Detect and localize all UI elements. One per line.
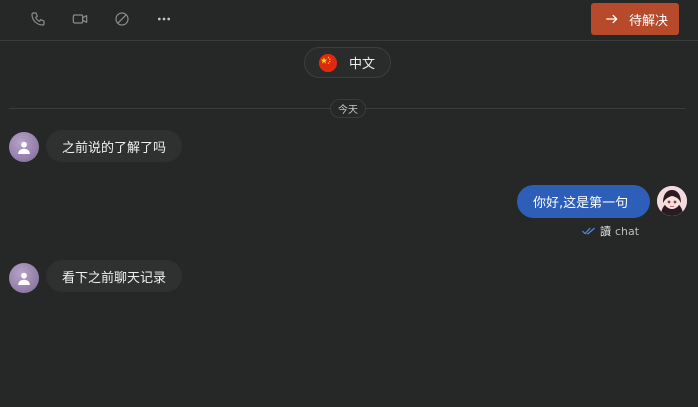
language-label: 中文 bbox=[349, 57, 376, 72]
date-divider: 今天 bbox=[330, 99, 366, 118]
read-receipt: 讀 chat bbox=[582, 223, 639, 239]
phone-icon[interactable] bbox=[28, 9, 48, 29]
double-check-icon bbox=[582, 227, 595, 235]
chat-toolbar: 待解决 bbox=[0, 0, 698, 41]
resolve-button-label: 待解决 bbox=[629, 13, 669, 29]
sender-name: chat bbox=[615, 224, 640, 238]
message-outgoing[interactable]: 你好,这是第一句 bbox=[517, 185, 650, 218]
more-icon[interactable] bbox=[154, 9, 174, 29]
agent-avatar[interactable] bbox=[657, 186, 687, 216]
message-incoming[interactable]: 看下之前聊天记录 bbox=[46, 260, 183, 292]
china-flag-icon bbox=[319, 53, 337, 72]
resolve-button[interactable]: 待解决 bbox=[591, 3, 679, 35]
block-icon[interactable] bbox=[112, 9, 132, 29]
customer-avatar[interactable] bbox=[9, 132, 39, 162]
customer-avatar[interactable] bbox=[9, 263, 39, 293]
message-incoming[interactable]: 之前说的了解了吗 bbox=[46, 130, 183, 162]
language-selector[interactable]: 中文 bbox=[304, 47, 391, 78]
user-icon bbox=[18, 272, 30, 285]
user-icon bbox=[18, 141, 30, 154]
video-icon[interactable] bbox=[70, 9, 90, 29]
read-mark: 讀 bbox=[600, 225, 611, 238]
arrow-right-icon bbox=[606, 14, 618, 24]
